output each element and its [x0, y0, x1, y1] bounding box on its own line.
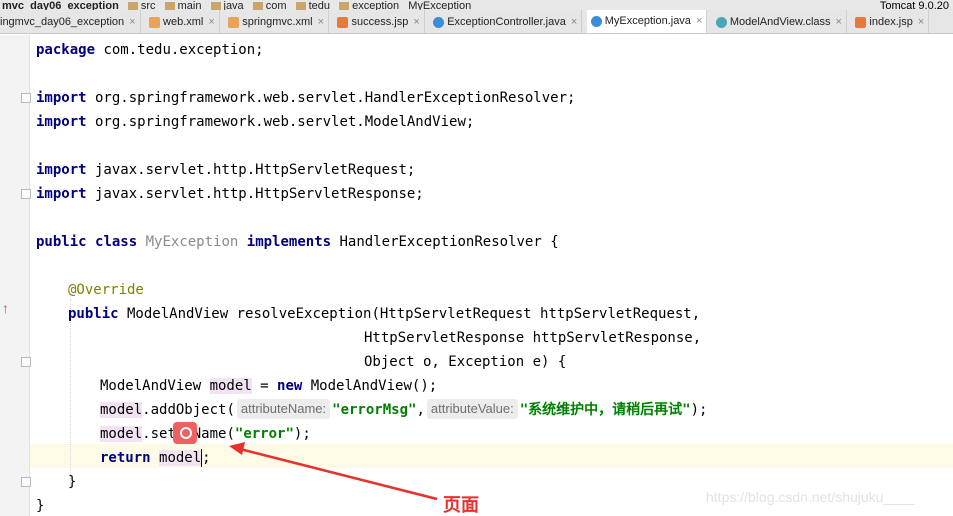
- class-file-icon: [715, 16, 727, 28]
- tab-label: success.jsp: [351, 16, 409, 28]
- code-line: import org.springframework.web.servlet.H…: [36, 90, 576, 106]
- tab-model-and-view-class[interactable]: ModelAndView.class ×: [712, 10, 847, 33]
- xml-file-icon: [149, 16, 161, 28]
- code-line: import javax.servlet.http.HttpServletReq…: [36, 162, 416, 178]
- code-line: @Override: [68, 282, 144, 298]
- breadcrumb-item[interactable]: exception: [352, 0, 399, 10]
- close-icon[interactable]: ×: [571, 16, 577, 28]
- watermark-text: https://blog.csdn.net/shujuku____: [706, 489, 915, 505]
- code-line: }: [68, 474, 77, 490]
- run-config-label[interactable]: Tomcat 9.0.20: [880, 0, 949, 10]
- code-line: public class MyException implements Hand…: [36, 234, 559, 250]
- tab-label: ModelAndView.class: [729, 16, 831, 28]
- folder-icon: [339, 2, 350, 10]
- tab-index-jsp[interactable]: index.jsp ×: [851, 10, 930, 33]
- close-icon[interactable]: ×: [129, 16, 135, 28]
- breadcrumb-item[interactable]: main: [178, 0, 202, 10]
- tab-springmvc-xml[interactable]: springmvc.xml ×: [224, 10, 329, 33]
- tab-label: ingmvc_day06_exception: [0, 16, 125, 28]
- tab-success-jsp[interactable]: success.jsp ×: [333, 10, 425, 33]
- code-line: public ModelAndView resolveException(Htt…: [68, 306, 701, 322]
- parameter-hint: attributeName:: [236, 399, 331, 419]
- editor-gutter[interactable]: [0, 35, 30, 516]
- tab-label: index.jsp: [869, 16, 913, 28]
- close-icon[interactable]: ×: [696, 15, 702, 27]
- close-icon[interactable]: ×: [208, 16, 214, 28]
- java-class-icon: [433, 16, 445, 28]
- code-line: ModelAndView model = new ModelAndView();: [100, 378, 438, 394]
- code-line: HttpServletResponse httpServletResponse,: [364, 330, 702, 346]
- tab-web-xml[interactable]: web.xml ×: [145, 10, 220, 33]
- code-line: Object o, Exception e) {: [364, 354, 567, 370]
- tab-label: web.xml: [163, 16, 204, 28]
- close-icon[interactable]: ×: [918, 16, 924, 28]
- tab-my-exception[interactable]: MyException.java ×: [586, 10, 708, 33]
- fold-imports-icon[interactable]: [21, 189, 31, 199]
- close-icon[interactable]: ×: [413, 16, 419, 28]
- java-class-icon: [590, 15, 602, 27]
- xml-file-icon: [228, 16, 240, 28]
- code-line: return model;: [100, 449, 211, 467]
- folder-icon: [252, 2, 263, 10]
- close-icon[interactable]: ×: [318, 16, 324, 28]
- tab-label: springmvc.xml: [242, 16, 313, 28]
- tab-label: MyException.java: [604, 15, 691, 27]
- tab-project-file[interactable]: ingmvc_day06_exception ×: [0, 10, 141, 33]
- code-line: import org.springframework.web.servlet.M…: [36, 114, 475, 130]
- code-line: package com.tedu.exception;: [36, 42, 264, 58]
- breadcrumb-project[interactable]: mvc_day06_exception: [2, 0, 119, 10]
- indent-guide: [70, 299, 71, 489]
- annotation-label: 页面: [443, 495, 479, 515]
- folder-icon: [164, 2, 175, 10]
- jsp-file-icon: [855, 16, 867, 28]
- editor-tab-bar: ingmvc_day06_exception × web.xml × springm…: [0, 10, 953, 34]
- run-configuration[interactable]: Tomcat 9.0.20: [834, 0, 949, 10]
- folder-icon: [127, 2, 138, 10]
- code-line: import javax.servlet.http.HttpServletRes…: [36, 186, 424, 202]
- error-marker-icon[interactable]: [173, 422, 197, 444]
- close-icon[interactable]: ×: [836, 16, 842, 28]
- fold-method-icon[interactable]: [21, 357, 31, 367]
- breadcrumb-item[interactable]: tedu: [309, 0, 330, 10]
- breadcrumb-item[interactable]: MyException: [408, 0, 471, 10]
- navigation-breadcrumb: mvc_day06_exception src main java com te…: [0, 0, 953, 10]
- fold-imports-icon[interactable]: [21, 93, 31, 103]
- code-line: model.set Name("error");: [100, 426, 311, 442]
- folder-icon: [295, 2, 306, 10]
- code-line: }: [36, 498, 45, 514]
- jsp-file-icon: [337, 16, 349, 28]
- breadcrumb-item[interactable]: com: [266, 0, 287, 10]
- breadcrumb-item[interactable]: java: [224, 0, 244, 10]
- override-method-icon[interactable]: ↑: [2, 301, 9, 315]
- hammer-icon[interactable]: [857, 0, 869, 5]
- folder-icon: [210, 2, 221, 10]
- tab-exception-controller[interactable]: ExceptionController.java ×: [429, 10, 583, 33]
- fold-method-icon[interactable]: [21, 477, 31, 487]
- breadcrumb-item[interactable]: src: [141, 0, 156, 10]
- build-icon[interactable]: [834, 0, 846, 5]
- tab-label: ExceptionController.java: [447, 16, 566, 28]
- code-line: model.addObject(attributeName: "errorMsg"…: [100, 399, 708, 419]
- code-editor[interactable]: ↑ package com.tedu.exception; import org…: [0, 35, 953, 516]
- parameter-hint: attributeValue:: [426, 399, 518, 419]
